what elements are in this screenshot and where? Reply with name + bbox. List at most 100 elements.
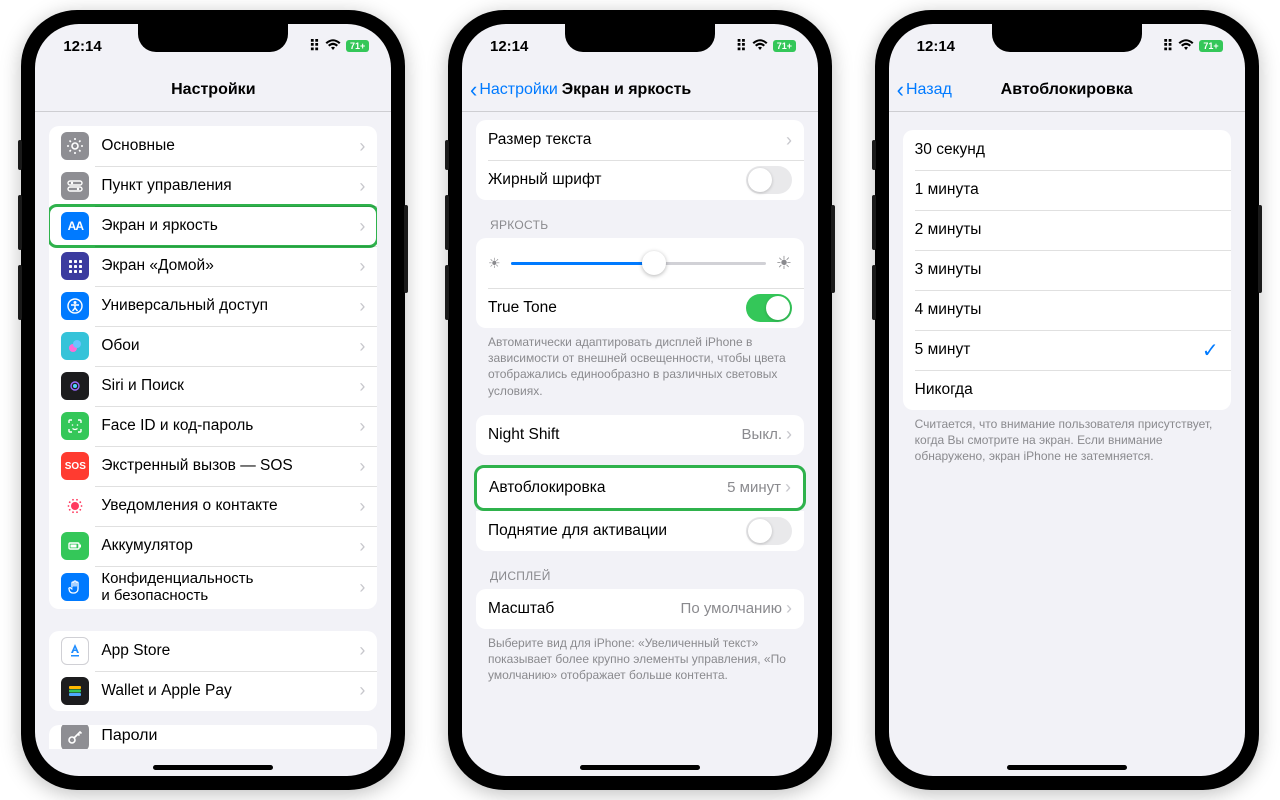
option-label: 4 минуты [915,301,1219,319]
battery-icon: 71+ [1199,40,1222,52]
chevron-right-icon: › [786,598,792,619]
row-passwords[interactable]: Пароли [49,725,377,749]
settings-list[interactable]: Основные›Пункт управления›AAЭкран и ярко… [35,112,391,776]
option-label: 3 минуты [915,261,1219,279]
row-label: Пункт управления [101,177,359,195]
option-4-минуты[interactable]: 4 минуты [903,290,1231,330]
raise-toggle[interactable] [746,517,792,545]
notch [565,24,715,52]
hand-icon [61,573,89,601]
status-time: 12:14 [490,38,528,55]
option-label: 5 минут [915,341,1202,359]
row-экран-домой-[interactable]: Экран «Домой»› [49,246,377,286]
row-true-tone[interactable]: True Tone [476,288,804,328]
key-icon [61,725,89,749]
row-универсальный-доступ[interactable]: Универсальный доступ› [49,286,377,326]
home-indicator[interactable] [1007,765,1127,770]
row-label: App Store [101,642,359,660]
row-уведомления-о-контакте[interactable]: Уведомления о контакте› [49,486,377,526]
chevron-right-icon: › [359,216,365,237]
wifi-icon [752,38,768,55]
row-пункт-управления[interactable]: Пункт управления› [49,166,377,206]
chevron-right-icon: › [786,424,792,445]
option-2-минуты[interactable]: 2 минуты [903,210,1231,250]
row-zoom[interactable]: Масштаб По умолчанию › [476,589,804,629]
siri-icon [61,372,89,400]
section-display: ДИСПЛЕЙ [490,569,790,583]
row-bold-text[interactable]: Жирный шрифт [476,160,804,200]
status-time: 12:14 [917,38,955,55]
phone-display-brightness: 12:14 ⠿ 71+ ‹ Настройки Экран и яркость … [448,10,832,790]
notch [138,24,288,52]
chevron-right-icon: › [359,256,365,277]
back-button[interactable]: ‹ Настройки [470,77,558,103]
phone-settings-root: 12:14 ⠿ 71+ Настройки Основные›Пункт упр… [21,10,405,790]
chevron-right-icon: › [359,376,365,397]
notch [992,24,1142,52]
chevron-right-icon: › [785,477,791,498]
option-label: 1 минута [915,181,1219,199]
battery-icon: 71+ [346,40,369,52]
option-label: 2 минуты [915,221,1219,239]
checkmark-icon: ✓ [1202,338,1219,363]
row-экстренный-вызов-sos[interactable]: SOSЭкстренный вызов — SOS› [49,446,377,486]
wall-icon [61,332,89,360]
row-label: Основные [101,137,359,155]
status-time: 12:14 [63,38,101,55]
row-raise-to-wake[interactable]: Поднятие для активации [476,511,804,551]
sun-large-icon: ☀︎ [776,253,792,274]
chevron-left-icon: ‹ [897,77,904,103]
batt-icon [61,532,89,560]
row-label: Siri и Поиск [101,377,359,395]
wal-icon [61,677,89,705]
option-30-секунд[interactable]: 30 секунд [903,130,1231,170]
row-text-size[interactable]: Размер текста › [476,120,804,160]
section-brightness: ЯРКОСТЬ [490,218,790,232]
dot-icon [61,492,89,520]
row-wallet-и-apple-pay[interactable]: Wallet и Apple Pay› [49,671,377,711]
back-button[interactable]: ‹ Назад [897,77,952,103]
row-основные[interactable]: Основные› [49,126,377,166]
row-экран-и-яркость[interactable]: AAЭкран и яркость› [49,206,377,246]
option-3-минуты[interactable]: 3 минуты [903,250,1231,290]
row-night-shift[interactable]: Night Shift Выкл. › [476,415,804,455]
option-1-минута[interactable]: 1 минута [903,170,1231,210]
chevron-right-icon: › [359,640,365,661]
row-siri-и-поиск[interactable]: Siri и Поиск› [49,366,377,406]
cellular-icon: ⠿ [736,37,747,55]
chevron-right-icon: › [359,336,365,357]
home-indicator[interactable] [153,765,273,770]
row-auto-lock[interactable]: Автоблокировка 5 минут › [477,468,803,508]
cellular-icon: ⠿ [1162,37,1173,55]
chevron-right-icon: › [359,416,365,437]
row-label: Экстренный вызов — SOS [101,457,359,475]
nav-header: ‹ Настройки Экран и яркость [462,68,818,112]
AA-icon: AA [61,212,89,240]
phone-auto-lock: 12:14 ⠿ 71+ ‹ Назад Автоблокировка 30 се… [875,10,1259,790]
row-app-store[interactable]: App Store› [49,631,377,671]
true-tone-toggle[interactable] [746,294,792,322]
grid-icon [61,252,89,280]
row-аккумулятор[interactable]: Аккумулятор› [49,526,377,566]
true-tone-footer: Автоматически адаптировать дисплей iPhon… [488,334,792,399]
row-label: Экран «Домой» [101,257,359,275]
row-label: Пароли [101,727,365,745]
row-label: Универсальный доступ [101,297,359,315]
home-indicator[interactable] [580,765,700,770]
highlight-autolock: Автоблокировка 5 минут › [474,465,806,511]
row-face-id-и-код-пароль[interactable]: Face ID и код-пароль› [49,406,377,446]
row-обои[interactable]: Обои› [49,326,377,366]
brightness-slider[interactable] [511,262,766,265]
wifi-icon [325,38,341,55]
option-Никогда[interactable]: Никогда [903,370,1231,410]
wifi-icon [1178,38,1194,55]
bold-text-toggle[interactable] [746,166,792,194]
brightness-slider-row: ☀︎ ☀︎ [476,238,804,288]
row-label: Конфиденциальностьи безопасность [101,570,359,605]
row-конфиденциальность-и-безопасность[interactable]: Конфиденциальностьи безопасность› [49,566,377,609]
chevron-right-icon: › [359,577,365,598]
page-title: Экран и яркость [562,81,692,99]
option-5-минут[interactable]: 5 минут✓ [903,330,1231,370]
zoom-footer: Выберите вид для iPhone: «Увеличенный те… [488,635,792,684]
gear-icon [61,132,89,160]
